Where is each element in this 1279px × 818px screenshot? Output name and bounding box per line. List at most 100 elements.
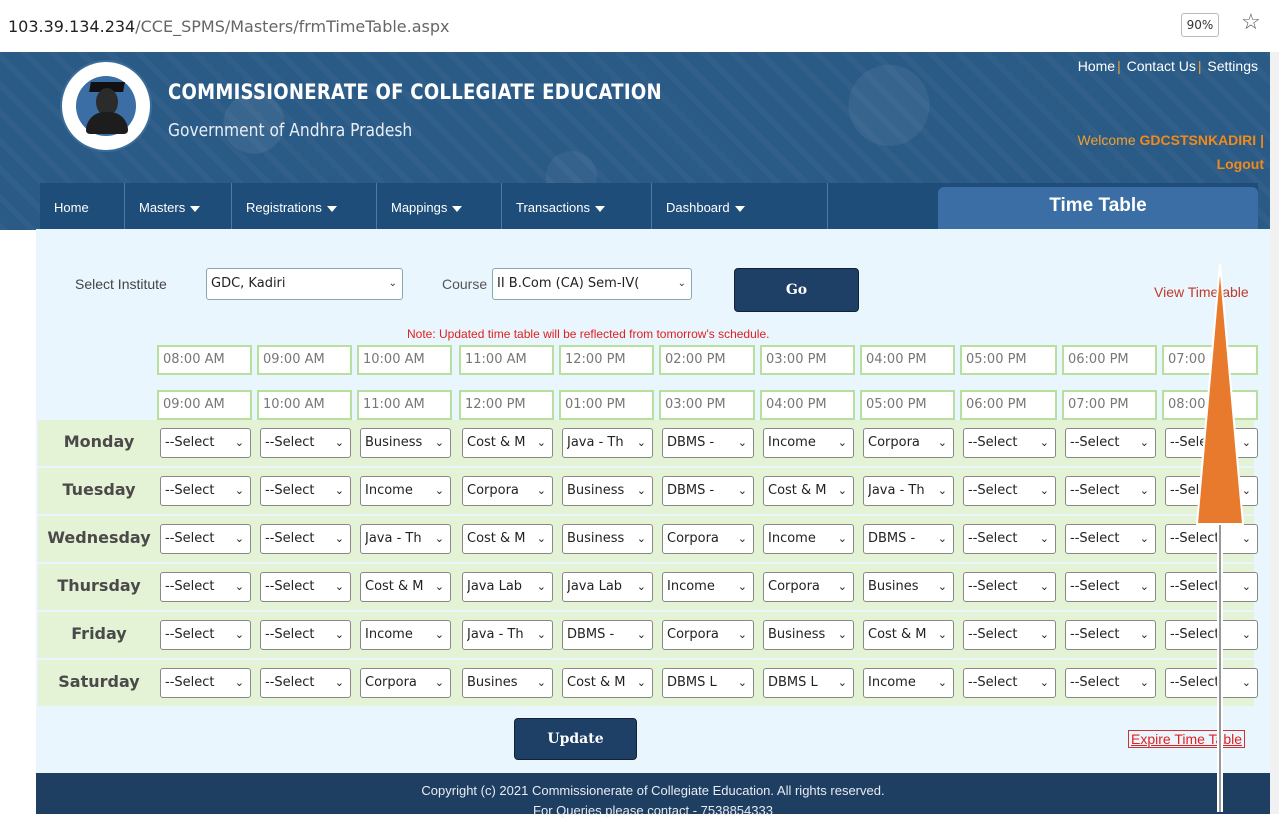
subject-select[interactable]: Business ⌄ bbox=[562, 524, 653, 554]
time-input[interactable]: 04:00 PM bbox=[760, 390, 855, 420]
subject-select[interactable]: Cost & M ⌄ bbox=[462, 524, 553, 554]
subject-select[interactable]: Java - Th ⌄ bbox=[462, 620, 553, 650]
time-input[interactable]: 05:00 PM bbox=[960, 345, 1057, 375]
subject-select[interactable]: --Select ⌄ bbox=[160, 524, 251, 554]
subject-select[interactable]: --Select ⌄ bbox=[1065, 428, 1156, 458]
caret-down-icon bbox=[326, 205, 337, 212]
subject-select[interactable]: DBMS - ⌄ bbox=[562, 620, 653, 650]
subject-select[interactable]: Busines ⌄ bbox=[462, 668, 553, 698]
subject-select[interactable]: Java Lab ⌄ bbox=[462, 572, 553, 602]
nav-registrations[interactable]: Registrations bbox=[232, 183, 377, 229]
subject-select[interactable]: Java - Th ⌄ bbox=[863, 476, 954, 506]
page-scrollbar[interactable] bbox=[1270, 52, 1279, 814]
subject-select[interactable]: Java - Th ⌄ bbox=[562, 428, 653, 458]
subject-select[interactable]: --Select ⌄ bbox=[963, 572, 1056, 602]
time-input[interactable]: 01:00 PM bbox=[559, 390, 654, 420]
subject-select[interactable]: Corpora ⌄ bbox=[763, 572, 854, 602]
subject-select[interactable]: Income ⌄ bbox=[360, 620, 451, 650]
subject-select[interactable]: Cost & M ⌄ bbox=[863, 620, 954, 650]
subject-select[interactable]: --Select ⌄ bbox=[260, 524, 351, 554]
subject-select[interactable]: Cost & M ⌄ bbox=[360, 572, 451, 602]
time-input[interactable]: 02:00 PM bbox=[659, 345, 755, 375]
subject-select[interactable]: Cost & M ⌄ bbox=[763, 476, 854, 506]
subject-select[interactable]: --Select ⌄ bbox=[1065, 620, 1156, 650]
nav-transactions[interactable]: Transactions bbox=[502, 183, 652, 229]
subject-select[interactable]: Busines ⌄ bbox=[863, 572, 954, 602]
nav-mappings[interactable]: Mappings bbox=[377, 183, 502, 229]
subject-select[interactable]: --Select ⌄ bbox=[1065, 524, 1156, 554]
subject-select[interactable]: Business ⌄ bbox=[360, 428, 451, 458]
subject-select[interactable]: Cost & M ⌄ bbox=[462, 428, 553, 458]
zoom-indicator[interactable]: 90% bbox=[1181, 13, 1219, 37]
subject-select[interactable]: --Select ⌄ bbox=[260, 620, 351, 650]
time-input[interactable]: 06:00 PM bbox=[1062, 345, 1157, 375]
time-input[interactable]: 12:00 PM bbox=[559, 345, 654, 375]
subject-select[interactable]: --Select ⌄ bbox=[963, 476, 1056, 506]
settings-link[interactable]: Settings bbox=[1207, 58, 1258, 74]
subject-select[interactable]: --Select ⌄ bbox=[963, 428, 1056, 458]
subject-select[interactable]: --Select ⌄ bbox=[260, 668, 351, 698]
subject-select[interactable]: --Select ⌄ bbox=[963, 668, 1056, 698]
subject-select[interactable]: --Select ⌄ bbox=[260, 476, 351, 506]
subject-select[interactable]: Corpora ⌄ bbox=[863, 428, 954, 458]
institute-select[interactable]: GDC, Kadiri ⌄ bbox=[206, 268, 403, 300]
subject-select[interactable]: --Select ⌄ bbox=[160, 572, 251, 602]
subject-select[interactable]: Corpora ⌄ bbox=[360, 668, 451, 698]
time-input[interactable]: 03:00 PM bbox=[659, 390, 755, 420]
time-input[interactable]: 10:00 AM bbox=[357, 345, 452, 375]
subject-select[interactable]: Java Lab ⌄ bbox=[562, 572, 653, 602]
nav-dashboard[interactable]: Dashboard bbox=[652, 183, 828, 229]
subject-select[interactable]: Income ⌄ bbox=[763, 524, 854, 554]
subject-select[interactable]: Corpora ⌄ bbox=[462, 476, 553, 506]
time-input[interactable]: 10:00 AM bbox=[257, 390, 352, 420]
subject-select[interactable]: --Select ⌄ bbox=[1065, 476, 1156, 506]
subject-select[interactable]: DBMS L ⌄ bbox=[763, 668, 854, 698]
bookmark-star-icon[interactable]: ☆ bbox=[1241, 9, 1261, 35]
subject-select[interactable]: Corpora ⌄ bbox=[662, 620, 754, 650]
time-input[interactable]: 09:00 AM bbox=[157, 390, 252, 420]
subject-select[interactable]: Business ⌄ bbox=[763, 620, 854, 650]
logout-link[interactable]: Logout bbox=[1217, 156, 1264, 172]
time-input[interactable]: 07:00 PM bbox=[1062, 390, 1157, 420]
subject-select[interactable]: DBMS - ⌄ bbox=[863, 524, 954, 554]
subject-select[interactable]: --Select ⌄ bbox=[160, 428, 251, 458]
subject-select[interactable]: Income ⌄ bbox=[360, 476, 451, 506]
subject-select[interactable]: Corpora ⌄ bbox=[662, 524, 754, 554]
subject-select[interactable]: --Select ⌄ bbox=[160, 668, 251, 698]
subject-select[interactable]: Business ⌄ bbox=[562, 476, 653, 506]
time-input[interactable]: 04:00 PM bbox=[860, 345, 955, 375]
time-input[interactable]: 11:00 AM bbox=[357, 390, 452, 420]
contact-link[interactable]: Contact Us bbox=[1127, 58, 1196, 74]
nav-home[interactable]: Home bbox=[40, 183, 125, 229]
course-select[interactable]: II B.Com (CA) Sem-IV(⌄ bbox=[492, 268, 692, 300]
subject-select[interactable]: Income ⌄ bbox=[763, 428, 854, 458]
subject-select[interactable]: --Select ⌄ bbox=[160, 476, 251, 506]
go-button[interactable]: Go bbox=[734, 268, 859, 312]
subject-select[interactable]: --Select ⌄ bbox=[963, 524, 1056, 554]
chevron-down-icon: ⌄ bbox=[636, 484, 646, 497]
time-input[interactable]: 06:00 PM bbox=[960, 390, 1057, 420]
subject-select[interactable]: --Select ⌄ bbox=[260, 428, 351, 458]
subject-select[interactable]: Income ⌄ bbox=[662, 572, 754, 602]
subject-select[interactable]: --Select ⌄ bbox=[1065, 668, 1156, 698]
subject-select[interactable]: --Select ⌄ bbox=[160, 620, 251, 650]
time-input[interactable]: 11:00 AM bbox=[459, 345, 554, 375]
subject-select[interactable]: --Select ⌄ bbox=[963, 620, 1056, 650]
subject-select[interactable]: --Select ⌄ bbox=[1065, 572, 1156, 602]
time-input[interactable]: 09:00 AM bbox=[257, 345, 352, 375]
subject-select[interactable]: Cost & M ⌄ bbox=[562, 668, 653, 698]
time-input[interactable]: 05:00 PM bbox=[860, 390, 955, 420]
subject-select[interactable]: DBMS - ⌄ bbox=[662, 428, 754, 458]
subject-select[interactable]: --Select ⌄ bbox=[260, 572, 351, 602]
nav-masters[interactable]: Masters bbox=[125, 183, 232, 229]
time-input[interactable]: 08:00 AM bbox=[157, 345, 252, 375]
subject-select[interactable]: Income ⌄ bbox=[863, 668, 954, 698]
home-link[interactable]: Home bbox=[1078, 58, 1115, 74]
time-input[interactable]: 12:00 PM bbox=[459, 390, 554, 420]
update-button[interactable]: Update bbox=[514, 718, 637, 760]
subject-select[interactable]: DBMS L ⌄ bbox=[662, 668, 754, 698]
subject-select[interactable]: DBMS - ⌄ bbox=[662, 476, 754, 506]
url-field[interactable]: 103.39.134.234/CCE_SPMS/Masters/frmTimeT… bbox=[8, 17, 450, 36]
subject-select[interactable]: Java - Th ⌄ bbox=[360, 524, 451, 554]
time-input[interactable]: 03:00 PM bbox=[760, 345, 855, 375]
